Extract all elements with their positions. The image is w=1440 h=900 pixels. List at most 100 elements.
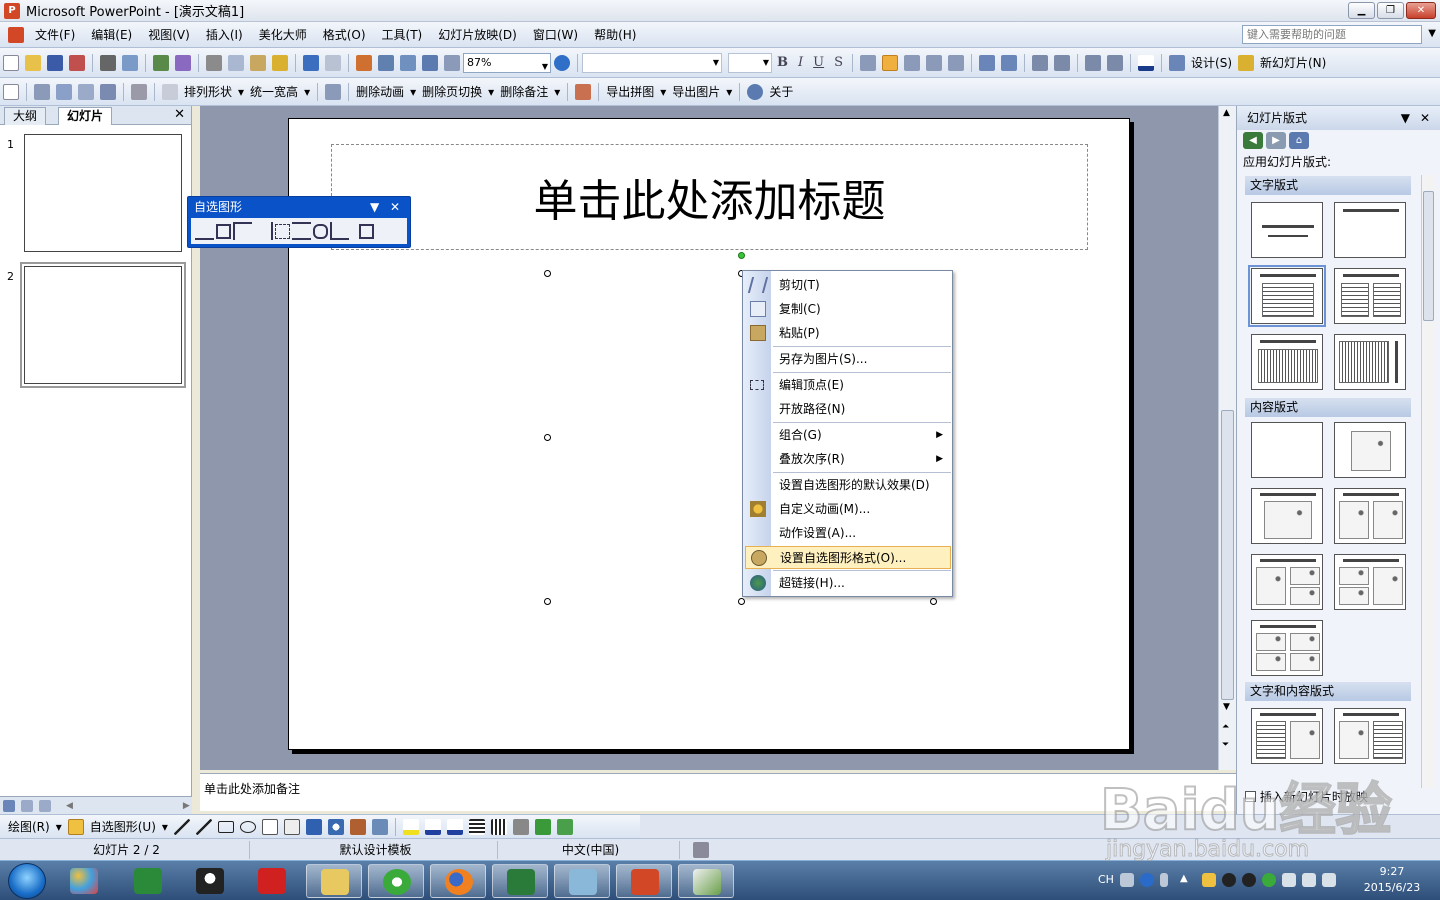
callouts-icon[interactable] — [313, 223, 328, 239]
delete-notes-button[interactable]: 删除备注 — [500, 83, 548, 100]
flowchart-icon[interactable] — [275, 223, 290, 239]
network-icon[interactable] — [1302, 873, 1316, 887]
zoom-combo[interactable]: 87% ▼ — [463, 52, 551, 73]
scroll-up-icon[interactable]: ▲ — [1223, 108, 1230, 118]
ctx-custom-animation[interactable]: 自定义动画(M)... — [745, 498, 951, 521]
slide-sorter-icon[interactable] — [21, 799, 33, 812]
slide-thumbnail-1[interactable] — [24, 134, 182, 252]
stars-banners-icon[interactable] — [292, 222, 311, 240]
task-pane-scrollbar[interactable] — [1421, 175, 1436, 788]
clipart-icon[interactable] — [349, 818, 366, 835]
delete-transition-dropdown-icon[interactable]: ▾ — [488, 85, 494, 99]
paste-icon[interactable] — [250, 54, 266, 71]
about-button[interactable]: 关于 — [769, 83, 793, 100]
taskbar-browser-360[interactable] — [368, 864, 424, 898]
ctx-set-default[interactable]: 设置自选图形的默认效果(D) — [745, 474, 951, 497]
copy-icon[interactable] — [228, 54, 244, 71]
open-icon[interactable] — [25, 54, 41, 71]
help-search-input[interactable]: 键入需要帮助的问题 — [1242, 25, 1422, 44]
format-painter-icon[interactable] — [272, 54, 288, 71]
bullets-icon[interactable] — [1001, 54, 1018, 71]
export-images-button[interactable]: 导出图片 — [672, 83, 720, 100]
design-button[interactable]: 设计(S) — [1191, 54, 1232, 71]
ctx-save-as-picture[interactable]: 另存为图片(S)... — [745, 348, 951, 371]
tab-outline[interactable]: 大纲 — [4, 107, 47, 125]
spelling-status-icon[interactable] — [693, 842, 709, 858]
wordart-icon[interactable] — [305, 818, 322, 835]
autoshape-toolbar-titlebar[interactable]: 自选图形 ▼ ✕ — [188, 197, 410, 217]
menu-slideshow[interactable]: 幻灯片放映(D) — [430, 23, 525, 47]
menu-window[interactable]: 窗口(W) — [525, 23, 586, 47]
shadow-style-icon[interactable] — [534, 818, 551, 835]
layout-title-content-text[interactable] — [1334, 708, 1406, 764]
connectors-icon[interactable] — [216, 223, 231, 239]
align-left-icon[interactable] — [860, 54, 877, 71]
restore-button[interactable]: ❐ — [1377, 2, 1404, 19]
autoshapes-dropdown-icon[interactable]: ▾ — [162, 820, 168, 834]
tray-360-icon[interactable] — [1262, 873, 1276, 887]
about-icon[interactable] — [747, 83, 764, 100]
line-color-icon[interactable] — [424, 818, 441, 835]
uniform-size-button[interactable]: 统一宽高 — [250, 83, 298, 100]
layout-a-icon[interactable] — [34, 83, 50, 100]
layout-vertical-title-text[interactable] — [1334, 334, 1406, 390]
tools-icon[interactable] — [131, 83, 147, 100]
slide-thumbnail-2[interactable] — [20, 262, 186, 388]
taskbar-app-11[interactable] — [678, 864, 734, 898]
resize-handle-w[interactable] — [544, 434, 551, 441]
layout-title-text[interactable] — [1248, 265, 1326, 327]
tray-qq2-icon[interactable] — [1242, 873, 1256, 887]
menu-file[interactable]: 文件(F) — [27, 23, 83, 47]
delete-animation-button[interactable]: 删除动画 — [356, 83, 404, 100]
menu-edit[interactable]: 编辑(E) — [83, 23, 140, 47]
input-lang[interactable]: CH — [1098, 873, 1114, 886]
fill-color-icon[interactable] — [402, 818, 419, 835]
ctx-paste[interactable]: 粘贴(P) — [745, 322, 951, 345]
layout-content[interactable] — [1334, 422, 1406, 478]
numbering-icon[interactable] — [979, 54, 996, 71]
layout-title-four-content[interactable] — [1251, 620, 1323, 676]
export-combined-button[interactable]: 导出拼图 — [606, 83, 654, 100]
draw-menu-button[interactable]: 绘图(R) — [8, 818, 50, 835]
resize-handle-se[interactable] — [930, 598, 937, 605]
menu-format[interactable]: 格式(O) — [315, 23, 374, 47]
layout-vertical-text[interactable] — [1251, 334, 1323, 390]
layout-blank[interactable] — [1251, 422, 1323, 478]
textbox-icon[interactable] — [261, 818, 278, 835]
new-icon[interactable] — [3, 54, 19, 71]
ctx-cut[interactable]: 剪切(T) — [745, 274, 951, 297]
delete-animation-dropdown-icon[interactable]: ▾ — [410, 85, 416, 99]
font-size-dropdown-icon[interactable]: ▼ — [763, 58, 769, 67]
more-autoshapes-icon[interactable] — [359, 223, 374, 239]
layout-title-content-two-content[interactable] — [1251, 554, 1323, 610]
layout-title-slide[interactable] — [1251, 202, 1323, 258]
task-pane-menu-icon[interactable]: ▼ — [1401, 106, 1410, 130]
delete-transition-button[interactable]: 删除页切换 — [422, 83, 482, 100]
print-preview-icon[interactable] — [122, 54, 138, 71]
redo-icon[interactable] — [325, 54, 341, 71]
next-slide-icon[interactable]: ⏷ — [1222, 740, 1229, 750]
show-when-insert-checkbox[interactable] — [1245, 791, 1256, 802]
taskbar-app-qq[interactable] — [182, 864, 238, 898]
decrease-font-icon[interactable] — [1054, 54, 1071, 71]
action-buttons-icon[interactable] — [330, 222, 349, 240]
home-icon[interactable]: ⌂ — [1289, 131, 1309, 149]
menu-beautify[interactable]: 美化大师 — [251, 23, 315, 47]
new-page-icon[interactable] — [3, 83, 19, 100]
font-color-icon[interactable] — [1138, 54, 1155, 71]
export-images-dropdown-icon[interactable]: ▾ — [726, 85, 732, 99]
shadow-icon[interactable]: S — [834, 55, 843, 70]
increase-indent-icon[interactable] — [1107, 54, 1124, 71]
scroll-down-icon[interactable]: ▼ — [1223, 702, 1230, 712]
slideshow-view-icon[interactable] — [39, 799, 51, 812]
oval-icon[interactable] — [239, 820, 256, 833]
insert-table-icon[interactable] — [378, 54, 394, 71]
document-icon[interactable] — [8, 26, 24, 43]
text-color-icon[interactable] — [446, 818, 463, 835]
arrange-dropdown-icon[interactable]: ▾ — [238, 85, 244, 99]
task-pane-scroll-thumb[interactable] — [1423, 191, 1434, 321]
new-slide-icon[interactable] — [1238, 54, 1254, 71]
cut-icon[interactable] — [206, 54, 222, 71]
keyboard-icon[interactable] — [1120, 873, 1134, 887]
back-icon[interactable]: ◀ — [1243, 131, 1263, 149]
